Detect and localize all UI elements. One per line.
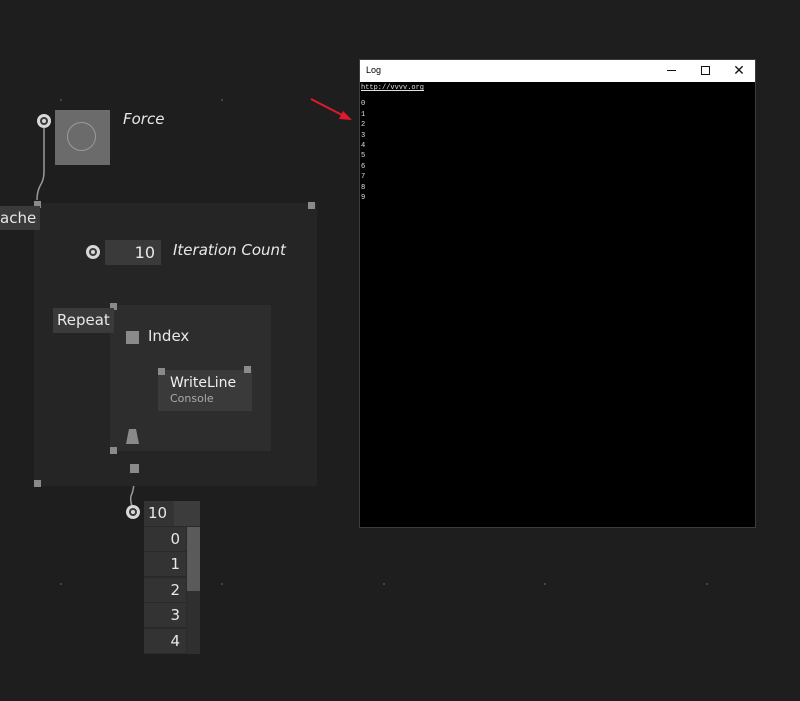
writeline-title: WriteLine bbox=[170, 375, 237, 391]
writeline-subtitle: Console bbox=[170, 392, 214, 405]
output-list-item[interactable]: 2 bbox=[144, 577, 186, 602]
output-list-item[interactable]: 4 bbox=[144, 628, 186, 653]
circle-icon bbox=[67, 122, 96, 151]
output-count: 10 bbox=[144, 501, 174, 526]
log-line: 9 bbox=[361, 194, 366, 203]
log-window[interactable]: Log ✕ http://vvvv.org 01 23 456 78 9 bbox=[359, 59, 756, 528]
log-line: 2 bbox=[361, 121, 366, 130]
log-titlebar[interactable]: Log ✕ bbox=[360, 60, 755, 82]
repeat-bottom-pin[interactable] bbox=[110, 447, 117, 454]
foreach-bottom-pin[interactable] bbox=[34, 480, 41, 487]
output-list[interactable]: 10 01234 bbox=[144, 501, 200, 654]
output-io-circle[interactable] bbox=[126, 505, 140, 519]
index-pin[interactable] bbox=[126, 331, 139, 344]
log-output: http://vvvv.org 01 23 456 78 9 bbox=[361, 83, 741, 203]
iteration-count-input[interactable]: 10 bbox=[105, 240, 161, 265]
writeline-input-pin[interactable] bbox=[158, 368, 165, 375]
minimize-icon bbox=[666, 70, 676, 71]
force-label: Force bbox=[123, 110, 165, 128]
foreach-label: ache bbox=[0, 206, 41, 230]
force-toggle-button[interactable] bbox=[55, 110, 110, 165]
annotation-arrow-head bbox=[339, 111, 352, 120]
force-link bbox=[36, 128, 45, 201]
log-line: 4 bbox=[361, 142, 366, 151]
output-list-scrollbar[interactable] bbox=[187, 527, 200, 654]
log-line: 0 bbox=[361, 100, 366, 109]
writeline-node[interactable]: WriteLine Console bbox=[158, 370, 252, 411]
log-link[interactable]: http://vvvv.org bbox=[361, 83, 741, 93]
log-line: 8 bbox=[361, 183, 366, 192]
index-label: Index bbox=[148, 327, 190, 345]
annotation-arrow-line bbox=[310, 98, 345, 117]
iteration-io-circle[interactable] bbox=[86, 245, 100, 259]
close-icon: ✕ bbox=[733, 63, 745, 79]
log-line: 3 bbox=[361, 131, 366, 140]
output-list-item[interactable]: 0 bbox=[144, 527, 186, 551]
maximize-icon bbox=[700, 66, 710, 75]
log-title: Log bbox=[366, 65, 382, 75]
foreach-corner-pin[interactable] bbox=[308, 202, 315, 209]
log-line: 1 bbox=[361, 110, 366, 119]
output-list-item[interactable]: 3 bbox=[144, 603, 186, 628]
log-line: 7 bbox=[361, 173, 366, 182]
output-list-item[interactable]: 1 bbox=[144, 552, 186, 577]
iteration-count-label: Iteration Count bbox=[173, 241, 286, 259]
patch-canvas[interactable]: Force ache 10 Iteration Count Repeat Ind… bbox=[0, 0, 800, 701]
writeline-corner-pin[interactable] bbox=[244, 366, 251, 373]
output-list-scroll-thumb[interactable] bbox=[187, 527, 200, 591]
output-splicer-icon[interactable] bbox=[125, 429, 141, 445]
repeat-label: Repeat bbox=[53, 308, 114, 333]
log-line: 6 bbox=[361, 162, 366, 171]
output-pin[interactable] bbox=[130, 464, 139, 473]
force-io-circle[interactable] bbox=[37, 114, 51, 128]
log-line: 5 bbox=[361, 152, 366, 161]
minimize-button[interactable] bbox=[654, 60, 688, 82]
close-button[interactable]: ✕ bbox=[722, 60, 756, 82]
maximize-button[interactable] bbox=[688, 60, 722, 82]
